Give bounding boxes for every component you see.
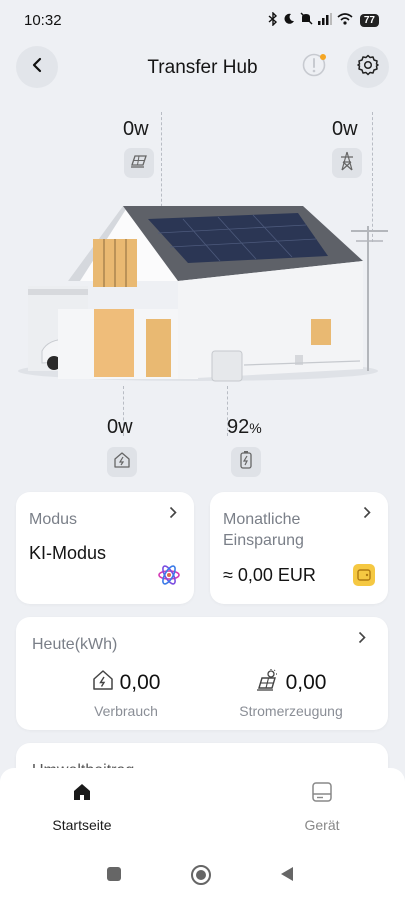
savings-card[interactable]: Monatliche Einsparung ≈ 0,00 EUR [210,492,388,604]
status-bar: 10:32 77 [0,0,405,40]
consumption-button[interactable] [107,447,137,477]
solar-panel-sun-icon [256,669,280,697]
alert-icon [301,52,327,83]
battery-button[interactable] [231,447,261,477]
battery-percent-unit: % [249,420,262,436]
page-title: Transfer Hub [147,57,258,78]
settings-button[interactable] [347,46,389,88]
home-power-icon [113,451,131,474]
power-tower-icon [338,151,356,176]
tab-device[interactable]: Gerät [292,782,352,833]
home-icon [72,782,92,805]
chevron-right-icon [363,506,371,524]
solar-power-value: 0w [123,118,149,140]
today-label: Heute(kWh) [32,636,118,653]
generation-value: 0,00 [285,671,327,694]
solar-panel-button[interactable] [124,148,154,178]
savings-label: Monatliche Einsparung [223,511,304,549]
tab-device-label: Gerät [304,817,340,833]
status-time: 10:32 [24,11,62,29]
mode-label: Modus [29,511,78,528]
mode-value: KI-Modus [29,543,107,563]
generation-stat: 0,00 Stromerzeugung [226,669,356,719]
consumption-power-value: 0w [107,416,133,438]
battery-indicator: 77 [359,13,379,27]
chevron-right-icon [169,506,177,524]
generation-label: Stromerzeugung [239,703,343,719]
battery-percent: 92 [227,416,250,438]
battery-level-value: 92% [227,416,262,439]
home-nav-button[interactable] [190,864,212,891]
wifi-icon [337,12,353,28]
energy-scene: 0w 0w 0w 92% [0,96,405,486]
consumption-label: Verbrauch [94,703,158,719]
solar-panel-icon [129,153,149,174]
mute-icon [300,12,313,28]
savings-value: ≈ 0,00 EUR [223,565,316,585]
consumption-value: 0,00 [119,671,161,694]
today-card[interactable]: Heute(kWh) 0,00 Verbrauch 0,00 Stromerze… [16,617,388,730]
bluetooth-icon [268,10,278,29]
mode-card[interactable]: Modus KI-Modus [16,492,194,604]
status-icons: 77 [268,10,379,29]
wallet-icon [353,564,375,591]
battery-charge-icon [239,450,253,475]
house-illustration [18,206,388,382]
device-icon [311,782,333,805]
bottom-tab-bar: Startseite Gerät [0,768,405,848]
tab-home[interactable]: Startseite [52,782,112,833]
gear-icon [357,54,379,81]
alert-button[interactable] [293,46,335,88]
moon-icon [283,13,295,28]
back-button[interactable] [16,46,58,88]
chevron-left-icon [31,57,43,78]
tab-home-label: Startseite [52,817,112,833]
system-nav-bar [0,848,405,900]
chevron-right-icon [358,631,366,649]
recents-button[interactable] [106,866,122,887]
consumption-stat: 0,00 Verbrauch [71,669,181,719]
grid-button[interactable] [332,148,362,178]
back-nav-button[interactable] [280,866,294,887]
grid-power-value: 0w [332,118,358,140]
ai-atom-icon [157,563,181,592]
app-header: Transfer Hub [0,46,405,90]
home-power-icon [92,669,114,697]
signal-icon [317,12,332,28]
